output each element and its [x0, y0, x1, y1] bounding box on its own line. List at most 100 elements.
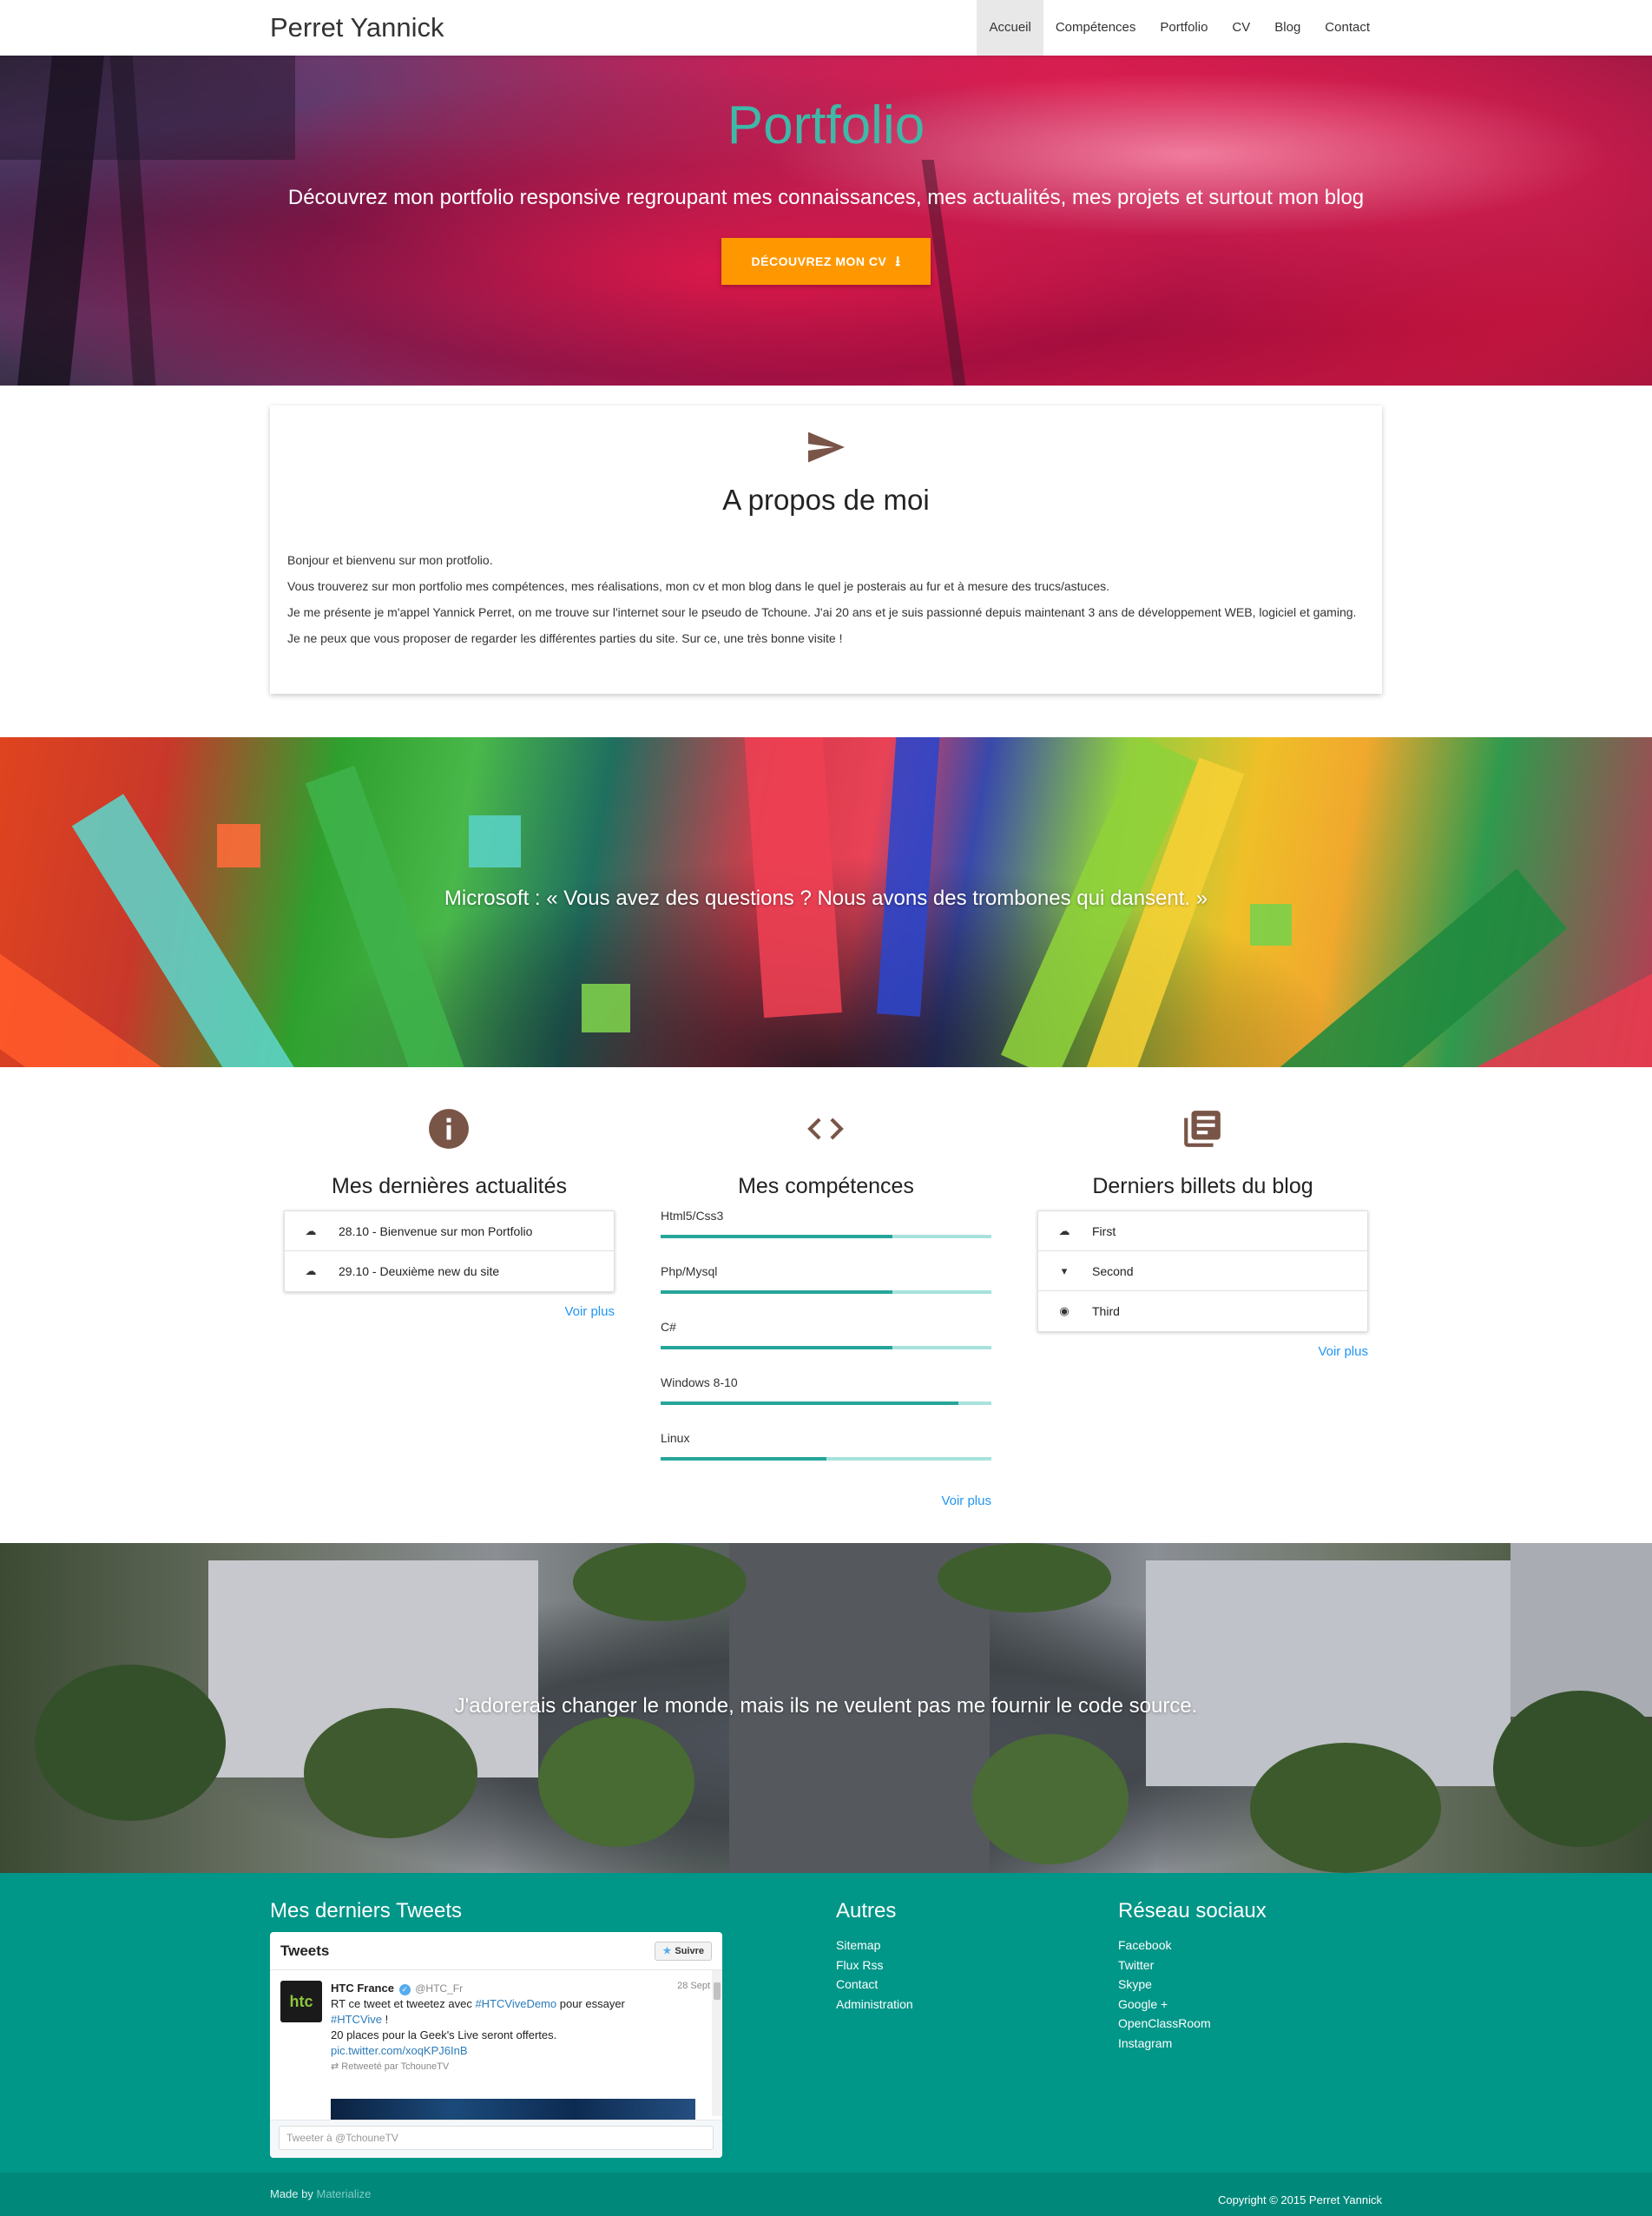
news-item-label: 28.10 - Bienvenue sur mon Portfolio: [339, 1223, 533, 1238]
list-item[interactable]: ☁ First: [1038, 1211, 1367, 1251]
footer-copyright-bar: Made by Materialize Copyright © 2015 Per…: [0, 2173, 1652, 2216]
skill-label: Windows 8-10: [661, 1375, 738, 1389]
cv-download-label: DÉCOUVREZ MON CV: [751, 254, 887, 268]
skill-progress-bar: [661, 1346, 991, 1349]
tweet-hashtag[interactable]: #HTCViveDemo: [475, 1997, 556, 2010]
nav-link-competences[interactable]: Compétences: [1043, 0, 1149, 56]
blog-more-link[interactable]: Voir plus: [1318, 1344, 1368, 1359]
brand-logo[interactable]: Perret Yannick: [270, 12, 444, 43]
tweet-text: !: [382, 2013, 389, 2026]
nav-menu: Accueil Compétences Portfolio CV Blog Co…: [977, 0, 1382, 56]
news-list: ☁ 28.10 - Bienvenue sur mon Portfolio ☁ …: [284, 1210, 615, 1292]
nav-link-contact[interactable]: Contact: [1313, 0, 1382, 56]
footer-link-contact[interactable]: Contact: [836, 1975, 913, 1995]
cloud-icon: ☁: [1058, 1223, 1070, 1237]
nav-link-accueil[interactable]: Accueil: [977, 0, 1043, 56]
news-more-link[interactable]: Voir plus: [564, 1304, 615, 1319]
skill-progress-fill: [661, 1235, 892, 1238]
decorative-tree: [573, 1543, 747, 1621]
tweet: htc HTC France ✓ @HTC_Fr RT ce tweet et …: [270, 1970, 722, 2134]
quote-2: J'adorerais changer le monde, mais ils n…: [454, 1694, 1198, 1718]
footer-link-googleplus[interactable]: Google +: [1118, 1995, 1211, 2015]
list-item[interactable]: ☁ 29.10 - Deuxième new du site: [285, 1251, 614, 1291]
parallax-quote-section: Microsoft : « Vous avez des questions ? …: [0, 737, 1652, 1067]
skill-progress-fill: [661, 1457, 826, 1461]
footer-link-sitemap[interactable]: Sitemap: [836, 1936, 913, 1955]
social-title: Réseau sociaux: [1118, 1899, 1267, 1923]
footer-link-instagram[interactable]: Instagram: [1118, 2034, 1211, 2054]
skill-progress-bar: [661, 1235, 991, 1238]
tweet-text: pour essayer: [556, 1997, 625, 2010]
blog-item-label: Second: [1092, 1263, 1134, 1278]
made-by-label: Made by: [270, 2187, 317, 2200]
footer-link-twitter[interactable]: Twitter: [1118, 1955, 1211, 1975]
cloud-icon: ☁: [305, 1223, 317, 1237]
blog-item-label: Third: [1092, 1304, 1120, 1318]
blog-title: Derniers billets du blog: [1092, 1174, 1313, 1198]
tweet-hashtag[interactable]: #HTCVive: [331, 2013, 382, 2026]
list-item[interactable]: ▾ Second: [1038, 1251, 1367, 1291]
skill-label: C#: [661, 1320, 676, 1334]
decorative-tree: [538, 1717, 694, 1847]
twitter-widget-title: Tweets: [280, 1942, 330, 1959]
tweet-handle[interactable]: @HTC_Fr: [415, 1982, 463, 1995]
skill-progress-fill: [661, 1290, 892, 1294]
twitter-follow-button[interactable]: ★ Suivre: [655, 1941, 712, 1961]
tweet-input[interactable]: Tweeter à @TchouneTV: [279, 2126, 714, 2150]
download-icon: ⭳: [895, 254, 901, 269]
about-text: Bonjour et bienvenu sur mon protfolio. V…: [287, 547, 1364, 651]
twitter-scrollbar[interactable]: [712, 1970, 722, 2116]
about-line: Bonjour et bienvenu sur mon protfolio.: [287, 553, 493, 567]
twitter-widget-header: Tweets ★ Suivre: [270, 1932, 722, 1970]
decorative-bar: [71, 794, 317, 1067]
footer-link-admin[interactable]: Administration: [836, 1995, 913, 2015]
footer-link-openclassroom[interactable]: OpenClassRoom: [1118, 2014, 1211, 2034]
tweet-date[interactable]: 28 Sept: [677, 1981, 710, 1991]
retweet-icon: ⇄: [331, 2061, 342, 2072]
cv-download-button[interactable]: DÉCOUVREZ MON CV ⭳: [721, 238, 931, 285]
tweet-link[interactable]: pic.twitter.com/xoqKPJ6InB: [331, 2043, 695, 2059]
twitter-compose: Tweeter à @TchouneTV: [270, 2120, 722, 2158]
footer-link-rss[interactable]: Flux Rss: [836, 1955, 913, 1975]
list-item[interactable]: ◉ Third: [1038, 1291, 1367, 1331]
skills-title: Mes compétences: [738, 1174, 914, 1198]
nav-link-portfolio[interactable]: Portfolio: [1148, 0, 1220, 56]
hero-banner: Portfolio Découvrez mon portfolio respon…: [0, 56, 1652, 386]
tweet-author[interactable]: HTC France: [331, 1982, 394, 1995]
twitter-follow-label: Suivre: [675, 1945, 704, 1956]
decorative-tree: [304, 1708, 477, 1838]
decorative-cube: [582, 984, 630, 1032]
skill-item: Windows 8-10: [661, 1375, 991, 1405]
tweet-text: RT ce tweet et tweetez avec: [331, 1997, 476, 2010]
materialize-link[interactable]: Materialize: [316, 2187, 371, 2200]
code-icon: [807, 1118, 844, 1140]
news-item-label: 29.10 - Deuxième new du site: [339, 1264, 500, 1278]
decorative-bar: [741, 737, 842, 1019]
about-line: Vous trouverez sur mon portfolio mes com…: [287, 579, 1110, 593]
nav-link-blog[interactable]: Blog: [1262, 0, 1313, 56]
footer-link-skype[interactable]: Skype: [1118, 1975, 1211, 1995]
footer-link-facebook[interactable]: Facebook: [1118, 1936, 1211, 1955]
send-icon: [808, 432, 845, 463]
skill-item: C#: [661, 1320, 991, 1349]
decorative-tree: [972, 1734, 1129, 1864]
about-line: Je ne peux que vous proposer de regarder…: [287, 631, 843, 645]
scrollbar-thumb[interactable]: [714, 1982, 721, 2000]
news-title: Mes dernières actualités: [332, 1174, 567, 1198]
skills-more-link[interactable]: Voir plus: [941, 1494, 991, 1508]
others-title: Autres: [836, 1899, 897, 1923]
tweets-title: Mes derniers Tweets: [270, 1899, 462, 1923]
nav-link-cv[interactable]: CV: [1220, 0, 1262, 56]
cloud-icon: ☁: [305, 1264, 317, 1277]
skill-item: Php/Mysql: [661, 1264, 991, 1294]
twitter-bird-icon: ★: [662, 1945, 672, 1956]
skill-progress-bar: [661, 1457, 991, 1461]
tweet-text: 20 places pour la Geek's Live seront off…: [331, 2028, 557, 2041]
avatar[interactable]: htc: [280, 1981, 322, 2022]
pin-icon: ▾: [1061, 1263, 1068, 1277]
skill-item: Html5/Css3: [661, 1209, 991, 1238]
list-item[interactable]: ☁ 28.10 - Bienvenue sur mon Portfolio: [285, 1211, 614, 1251]
info-icon: [429, 1109, 469, 1149]
tweet-retweet-label: Retweeté par TchouneTV: [341, 2061, 450, 2072]
fire-icon: ◉: [1059, 1304, 1070, 1317]
